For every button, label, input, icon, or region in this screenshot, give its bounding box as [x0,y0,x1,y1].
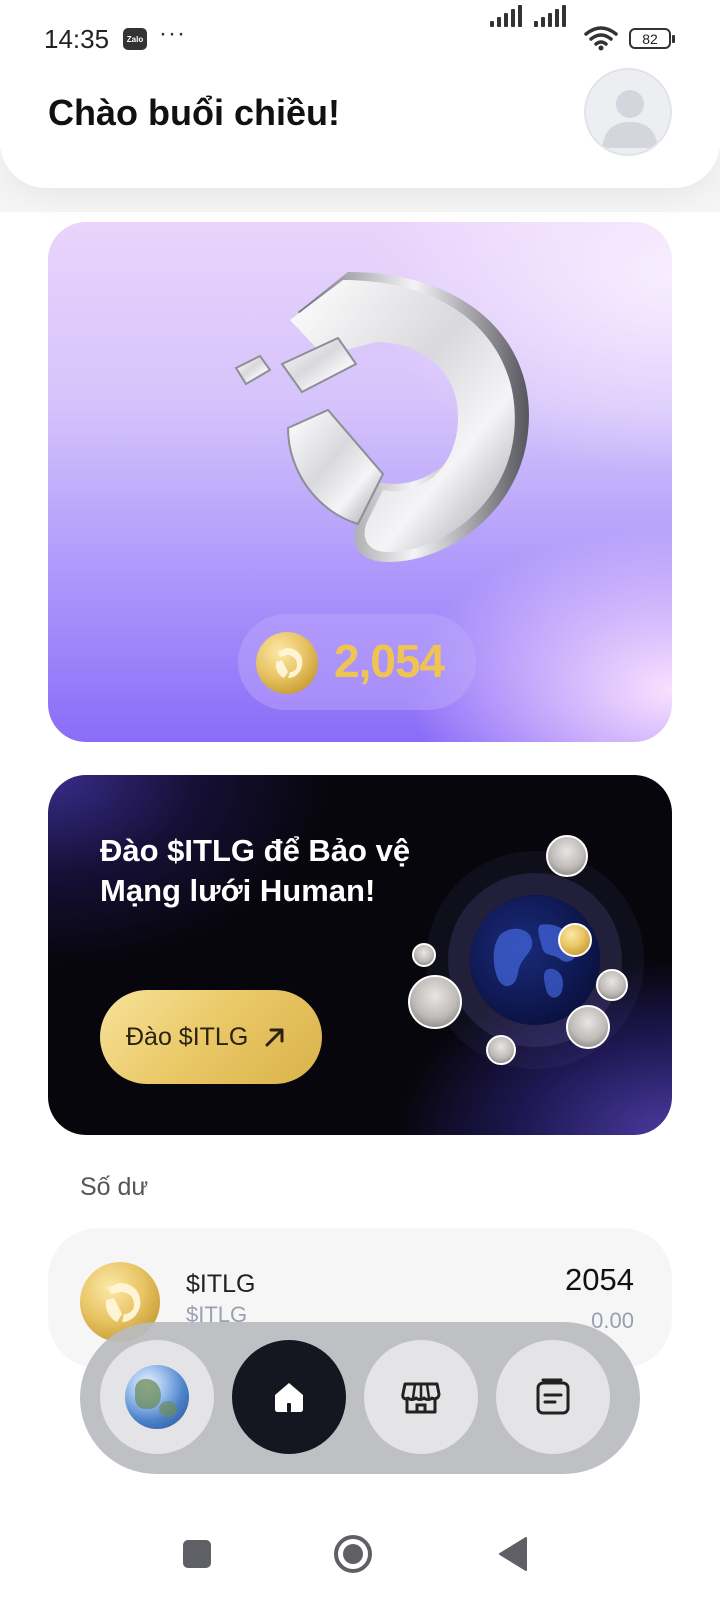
more-notifications-icon: ··· [159,20,186,47]
token-name: $ITLG [186,1270,256,1298]
system-navigation-bar [0,1500,720,1600]
itlg-coin-icon [256,632,318,694]
nav-store-button[interactable] [364,1340,478,1454]
brand-logo-3d-icon [234,272,529,562]
recents-square-icon[interactable] [181,1538,213,1570]
status-time: 14:35 [44,24,110,54]
nav-home-button[interactable] [232,1340,346,1454]
nav-notes-button[interactable] [496,1340,610,1454]
back-triangle-icon[interactable] [498,1536,530,1572]
arrow-up-right-icon [265,1028,284,1047]
promo-title: Đào $ITLG để Bảo vệ Mạng lưới Human! [100,833,411,908]
mining-promo-card[interactable]: Đào $ITLG để Bảo vệ Mạng lưới Human! Đào… [48,775,672,1135]
home-icon [275,1383,303,1412]
balance-section-label: Số dư [80,1173,149,1201]
user-silhouette-icon [602,90,658,148]
bottom-navigation [80,1322,640,1474]
store-icon [401,1382,441,1414]
wifi-icon [584,26,618,51]
hero-balance-amount: 2,054 [334,635,445,687]
zalo-notification-icon: Zalo [123,28,147,50]
person-avatar-icon [596,969,628,1001]
balance-pill: 2,054 [238,614,476,710]
person-avatar-icon [566,1005,610,1049]
home-circle-icon[interactable] [333,1534,373,1574]
notes-icon [536,1378,570,1415]
greeting-title: Chào buổi chiều! [48,92,340,133]
person-avatar-icon [546,835,588,877]
person-avatar-icon [408,975,462,1029]
nav-network-button[interactable] [100,1340,214,1454]
human-network-illustration [408,835,672,1095]
mine-button-label: Đào $ITLG [126,1022,249,1051]
person-avatar-icon [412,943,436,967]
itlg-coin-icon [558,923,592,957]
globe-icon [125,1365,189,1429]
mine-itlg-button[interactable]: Đào $ITLG [100,990,322,1084]
hero-balance-card[interactable]: 2,054 [48,222,672,742]
avatar[interactable] [584,68,672,156]
token-amount: 2054 [565,1262,634,1297]
coin-logo-glyph [275,648,303,678]
battery-icon: 82 [629,28,675,49]
status-bar: 14:35 Zalo ··· 82 [0,0,720,60]
person-avatar-icon [486,1035,516,1065]
